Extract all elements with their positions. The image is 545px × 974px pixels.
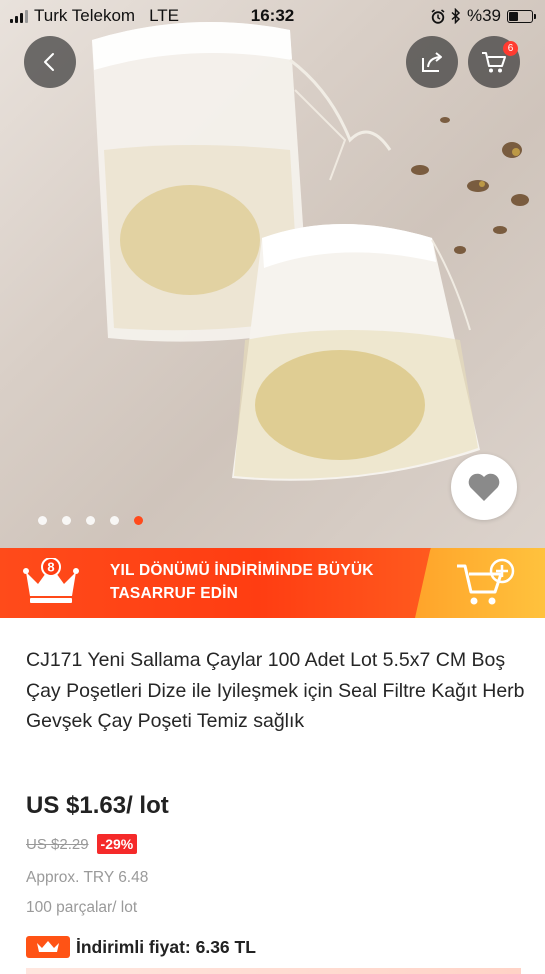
- crown-icon: 8: [23, 558, 79, 603]
- crown-number: 8: [47, 560, 54, 575]
- carousel-dot[interactable]: [86, 516, 95, 525]
- add-to-wishlist-button[interactable]: [451, 454, 517, 520]
- back-button[interactable]: [24, 36, 76, 88]
- cart-add-icon: [457, 558, 515, 605]
- product-image-gallery[interactable]: Turk Telekom LTE 16:32 %39 6: [0, 0, 545, 548]
- carousel-dot[interactable]: [134, 516, 143, 525]
- promo-text: YIL DÖNÜMÜ İNDİRİMİNDE BÜYÜK TASARRUF ED…: [110, 562, 374, 602]
- cart-button[interactable]: 6: [468, 36, 520, 88]
- approx-local-price: Approx. TRY 6.48: [26, 869, 149, 886]
- product-title: CJ171 Yeni Sallama Çaylar 100 Adet Lot 5…: [26, 649, 525, 732]
- status-bar-right: %39: [431, 6, 536, 26]
- battery-percent: %39: [466, 6, 501, 25]
- sale-price-row: İndirimli fiyat: 6.36 TL: [26, 936, 256, 958]
- share-button[interactable]: [406, 36, 458, 88]
- share-icon: [422, 52, 442, 72]
- alarm-icon: [431, 8, 445, 24]
- promo-banner[interactable]: 8 YIL DÖNÜMÜ İNDİRİMİNDE BÜYÜK TASARRUF …: [0, 548, 545, 618]
- heart-icon: [468, 473, 500, 501]
- original-price-row: US $2.29 -29%: [26, 834, 138, 854]
- carousel-dot[interactable]: [38, 516, 47, 525]
- battery-level: [509, 11, 518, 21]
- pieces-per-lot: 100 parçalar/ lot: [26, 899, 138, 916]
- carousel-indicator: [38, 516, 143, 525]
- discount-badge: -29%: [96, 834, 138, 854]
- status-bar: Turk Telekom LTE 16:32 %39: [0, 0, 545, 34]
- cart-count-badge: 6: [503, 41, 518, 56]
- chevron-left-icon: [44, 53, 54, 71]
- original-price: US $2.29: [26, 835, 89, 853]
- bluetooth-icon: [451, 8, 461, 24]
- product-price: US $1.63/ lot: [26, 792, 169, 819]
- coupon-strip[interactable]: [26, 968, 521, 974]
- carousel-dot[interactable]: [110, 516, 119, 525]
- carousel-dot[interactable]: [62, 516, 71, 525]
- battery-icon: [507, 9, 536, 23]
- sale-price-label: İndirimli fiyat: 6.36 TL: [76, 936, 256, 957]
- sale-crown-icon: [26, 936, 70, 958]
